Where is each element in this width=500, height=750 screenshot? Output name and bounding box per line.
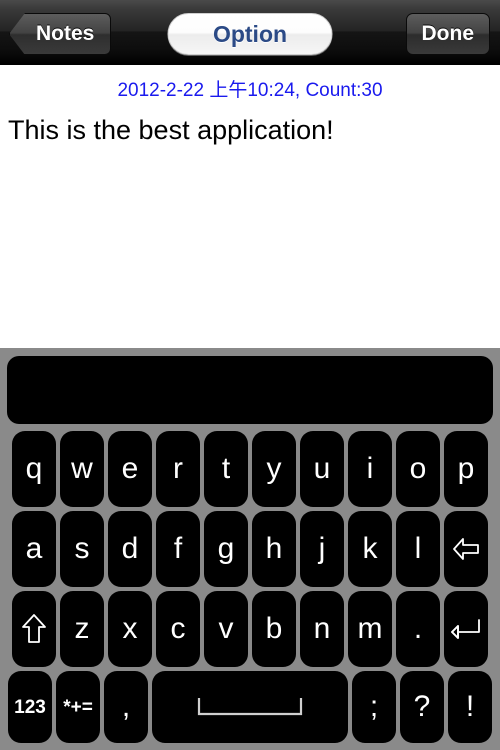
key-comma-label: , <box>121 690 131 723</box>
key-m-label: m <box>357 612 383 645</box>
key-p[interactable]: p <box>444 431 488 507</box>
key-space[interactable] <box>152 671 348 743</box>
key-f[interactable]: f <box>156 511 200 587</box>
key-k[interactable]: k <box>348 511 392 587</box>
space-icon <box>195 696 305 718</box>
key-symbols[interactable]: *+= <box>56 671 100 743</box>
key-n-label: n <box>313 612 331 645</box>
key-v-label: v <box>218 612 234 645</box>
key-t[interactable]: t <box>204 431 248 507</box>
key-o[interactable]: o <box>396 431 440 507</box>
key-shift[interactable] <box>12 591 56 667</box>
key-l[interactable]: l <box>396 511 440 587</box>
key-question-label: ? <box>413 690 431 723</box>
keyboard-row-2: asd f gh j k l <box>0 511 500 587</box>
key-g[interactable]: g <box>204 511 248 587</box>
keyboard-row-3: zxcvbnm. <box>0 591 500 667</box>
back-button-notes[interactable]: Notes <box>9 13 112 55</box>
key-c-label: c <box>170 612 186 645</box>
key-y[interactable]: y <box>252 431 296 507</box>
key-d-label: d <box>121 532 139 565</box>
return-icon <box>450 616 482 642</box>
option-button[interactable]: Option <box>167 13 333 55</box>
key-q-label: q <box>25 452 43 485</box>
key-s[interactable]: s <box>60 511 104 587</box>
key-b[interactable]: b <box>252 591 296 667</box>
done-button-label: Done <box>421 22 475 45</box>
done-button[interactable]: Done <box>405 13 490 55</box>
key-h-label: h <box>265 532 283 565</box>
key-d[interactable]: d <box>108 511 152 587</box>
key-numbers[interactable]: 123 <box>8 671 52 743</box>
key-p-label: p <box>457 452 475 485</box>
key-u-label: u <box>313 452 331 485</box>
key-j[interactable]: j <box>300 511 344 587</box>
shift-icon <box>21 613 47 645</box>
key-m[interactable]: m <box>348 591 392 667</box>
key-return[interactable] <box>444 591 488 667</box>
key-b-label: b <box>265 612 283 645</box>
key-s-label: s <box>74 532 90 565</box>
candidate-suggestion-bar[interactable] <box>7 356 493 424</box>
key-t-label: t <box>221 452 231 485</box>
key-i-label: i <box>366 452 374 485</box>
on-screen-keyboard: qwe r t yu i op asd f gh j k l zxcvbnm. 123 *+=,;?! <box>0 348 500 750</box>
back-button-label: Notes <box>36 22 95 45</box>
key-x[interactable]: x <box>108 591 152 667</box>
key-l-label: l <box>414 532 422 565</box>
key-w-label: w <box>71 452 93 485</box>
key-comma[interactable]: , <box>104 671 148 743</box>
key-a-label: a <box>25 532 43 565</box>
option-button-label: Option <box>212 20 288 47</box>
keyboard-row-4: 123 *+=,;?! <box>0 671 500 743</box>
key-numbers-label: 123 <box>14 696 46 718</box>
key-a[interactable]: a <box>12 511 56 587</box>
key-semicolon-label: ; <box>369 690 379 723</box>
key-j-label: j <box>318 532 326 565</box>
key-e-label: e <box>121 452 139 485</box>
key-exclamation-label: ! <box>465 690 475 723</box>
key-o-label: o <box>409 452 427 485</box>
key-k-label: k <box>362 532 378 565</box>
key-n[interactable]: n <box>300 591 344 667</box>
key-i[interactable]: i <box>348 431 392 507</box>
notes-editor-screen: Notes Option Done 2012-2-22 上午10:24, Cou… <box>0 0 500 750</box>
key-g-label: g <box>217 532 235 565</box>
key-semicolon[interactable]: ; <box>352 671 396 743</box>
key-question[interactable]: ? <box>400 671 444 743</box>
note-text[interactable]: This is the best application! <box>0 102 500 146</box>
key-e[interactable]: e <box>108 431 152 507</box>
backspace-icon <box>451 536 481 562</box>
key-y-label: y <box>266 452 282 485</box>
note-timestamp-count: 2012-2-22 上午10:24, Count:30 <box>117 80 383 101</box>
key-backspace[interactable] <box>444 511 488 587</box>
key-x-label: x <box>122 612 138 645</box>
key-h[interactable]: h <box>252 511 296 587</box>
key-q[interactable]: q <box>12 431 56 507</box>
key-v[interactable]: v <box>204 591 248 667</box>
key-r[interactable]: r <box>156 431 200 507</box>
key-period-label: . <box>413 612 423 645</box>
keyboard-rows: qwe r t yu i op asd f gh j k l zxcvbnm. 123 *+=,;?! <box>0 431 500 747</box>
navigation-bar: Notes Option Done <box>0 0 500 65</box>
key-u[interactable]: u <box>300 431 344 507</box>
key-r-label: r <box>173 452 183 485</box>
keyboard-row-1: qwe r t yu i op <box>0 431 500 507</box>
key-w[interactable]: w <box>60 431 104 507</box>
key-symbols-label: *+= <box>63 696 93 718</box>
key-z[interactable]: z <box>60 591 104 667</box>
key-c[interactable]: c <box>156 591 200 667</box>
key-period[interactable]: . <box>396 591 440 667</box>
key-f-label: f <box>173 532 183 565</box>
key-z-label: z <box>74 612 90 645</box>
key-exclamation[interactable]: ! <box>448 671 492 743</box>
note-content-area[interactable]: 2012-2-22 上午10:24, Count:30 This is the … <box>0 65 500 348</box>
